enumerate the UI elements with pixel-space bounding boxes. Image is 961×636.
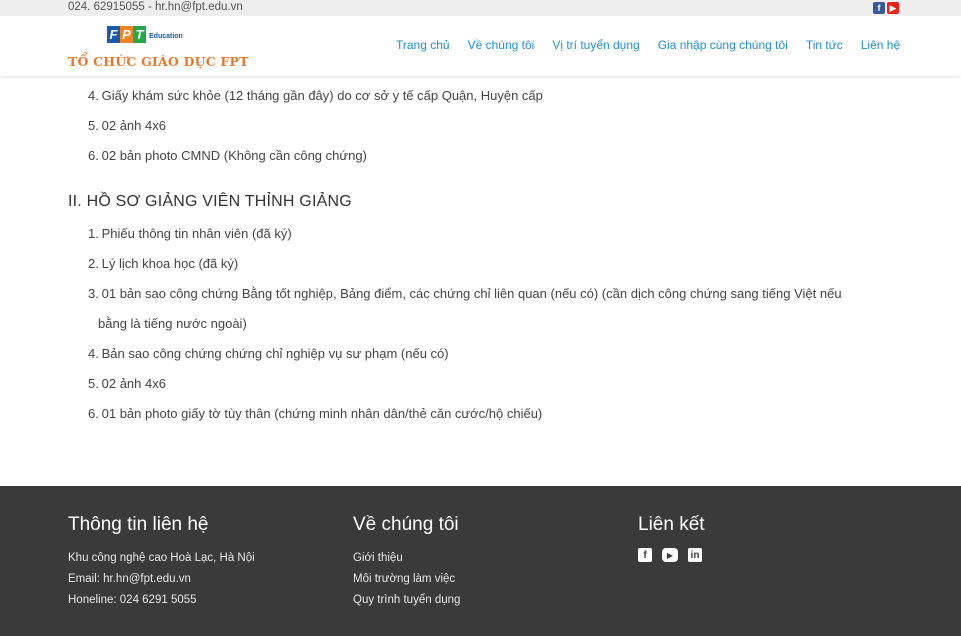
facebook-icon[interactable]: f (873, 2, 885, 14)
footer-link-recruitment-process[interactable]: Quy trình tuyển dụng (353, 590, 460, 611)
footer-contact-column: Thông tin liên hệ Khu công nghệ cao Hoà … (68, 514, 255, 611)
logo-letter-p: P (120, 26, 133, 43)
logo-letter-t: T (133, 26, 146, 43)
footer-hotline: Honeline: 024 6291 5055 (68, 594, 197, 606)
list-item: 4. Giấy khám sức khỏe (12 tháng gần đây)… (88, 88, 543, 103)
footer-address: Khu công nghệ cao Hoà Lạc, Hà Nội (68, 552, 255, 564)
top-contact-info: 024. 62915055 - hr.hn@fpt.edu.vn (68, 1, 243, 13)
footer-about-column: Về chúng tôi Giới thiệu Môi trường làm v… (353, 514, 460, 611)
section-title: II. HỒ SƠ GIẢNG VIÊN THỈNH GIẢNG (68, 193, 352, 210)
nav-contact[interactable]: Liên hệ (861, 38, 900, 52)
linkedin-icon[interactable]: in (688, 548, 702, 562)
youtube-icon[interactable]: ▶ (662, 548, 678, 562)
list-item: 4. Bản sao công chứng chứng chỉ nghiệp v… (88, 346, 449, 361)
list-item: 2. Lý lịch khoa học (đã ký) (88, 256, 239, 271)
list-item: 5. 02 ảnh 4x6 (88, 118, 166, 133)
nav-join-us[interactable]: Gia nhập cùng chúng tôi (658, 38, 788, 52)
footer-link-intro[interactable]: Giới thiệu (353, 548, 460, 569)
site-footer: Thông tin liên hệ Khu công nghệ cao Hoà … (0, 486, 961, 636)
fpt-education-logo[interactable]: F P T Education TỔ CHỨC GIÁO DỤC FPT (68, 26, 248, 70)
logo-education-text: Education (149, 33, 183, 40)
youtube-icon[interactable]: ▶ (887, 2, 899, 14)
list-item: 3. 01 bản sao công chứng Bằng tốt nghiệp… (88, 286, 842, 331)
footer-contact-title: Thông tin liên hệ (68, 514, 209, 535)
top-bar: 024. 62915055 - hr.hn@fpt.edu.vn f ▶ (0, 0, 961, 16)
footer-links-title: Liên kết (638, 514, 705, 535)
list-item: 6. 01 bản photo giấy tờ tùy thân (chứng … (88, 406, 543, 421)
site-header: F P T Education TỔ CHỨC GIÁO DỤC FPT Tra… (0, 16, 961, 76)
nav-jobs[interactable]: Vị trí tuyển dụng (552, 38, 639, 52)
visiting-lecturer-documents-list: 1. Phiếu thông tin nhân viên (đã ký) 2. … (88, 219, 842, 429)
list-item: 1. Phiếu thông tin nhân viên (đã ký) (88, 226, 292, 241)
list-item: 5. 02 ảnh 4x6 (88, 376, 166, 391)
nav-news[interactable]: Tin tức (806, 38, 843, 52)
staff-documents-list: 4. Giấy khám sức khỏe (12 tháng gần đây)… (88, 81, 543, 171)
list-item: 6. 02 bản photo CMND (Không cần công chứ… (88, 148, 367, 163)
fpt-logo-mark: F P T (107, 26, 146, 43)
logo-letter-f: F (107, 26, 120, 43)
footer-about-title: Về chúng tôi (353, 514, 459, 535)
nav-about[interactable]: Về chúng tôi (468, 38, 535, 52)
logo-org-name: TỔ CHỨC GIÁO DỤC FPT (68, 54, 249, 69)
facebook-icon[interactable]: f (638, 548, 652, 562)
nav-home[interactable]: Trang chủ (396, 38, 450, 52)
top-social-links: f ▶ (873, 2, 899, 14)
main-nav: Trang chủ Về chúng tôi Vị trí tuyển dụng… (396, 38, 900, 52)
footer-links-column: Liên kết f ▶ in (638, 514, 705, 562)
footer-email: Email: hr.hn@fpt.edu.vn (68, 573, 191, 585)
footer-social-links: f ▶ in (638, 548, 705, 562)
footer-link-environment[interactable]: Môi trường làm việc (353, 569, 460, 590)
